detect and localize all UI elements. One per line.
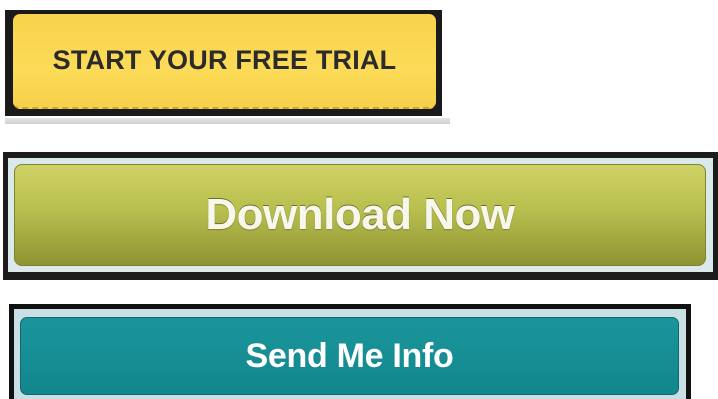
download-frame: Download Now — [3, 152, 718, 280]
send-me-info-button[interactable]: Send Me Info — [20, 317, 679, 395]
free-trial-shadow-strip — [5, 118, 450, 124]
start-free-trial-button[interactable]: START YOUR FREE TRIAL — [13, 14, 436, 109]
start-free-trial-label: START YOUR FREE TRIAL — [52, 45, 397, 75]
free-trial-frame: START YOUR FREE TRIAL — [5, 10, 442, 116]
send-info-inner-panel: Send Me Info — [14, 309, 686, 399]
send-info-frame: Send Me Info — [9, 304, 691, 399]
download-inner-panel: Download Now — [8, 158, 713, 272]
download-now-button[interactable]: Download Now — [14, 164, 706, 266]
download-now-label: Download Now — [205, 190, 515, 239]
send-me-info-label: Send Me Info — [245, 336, 454, 375]
